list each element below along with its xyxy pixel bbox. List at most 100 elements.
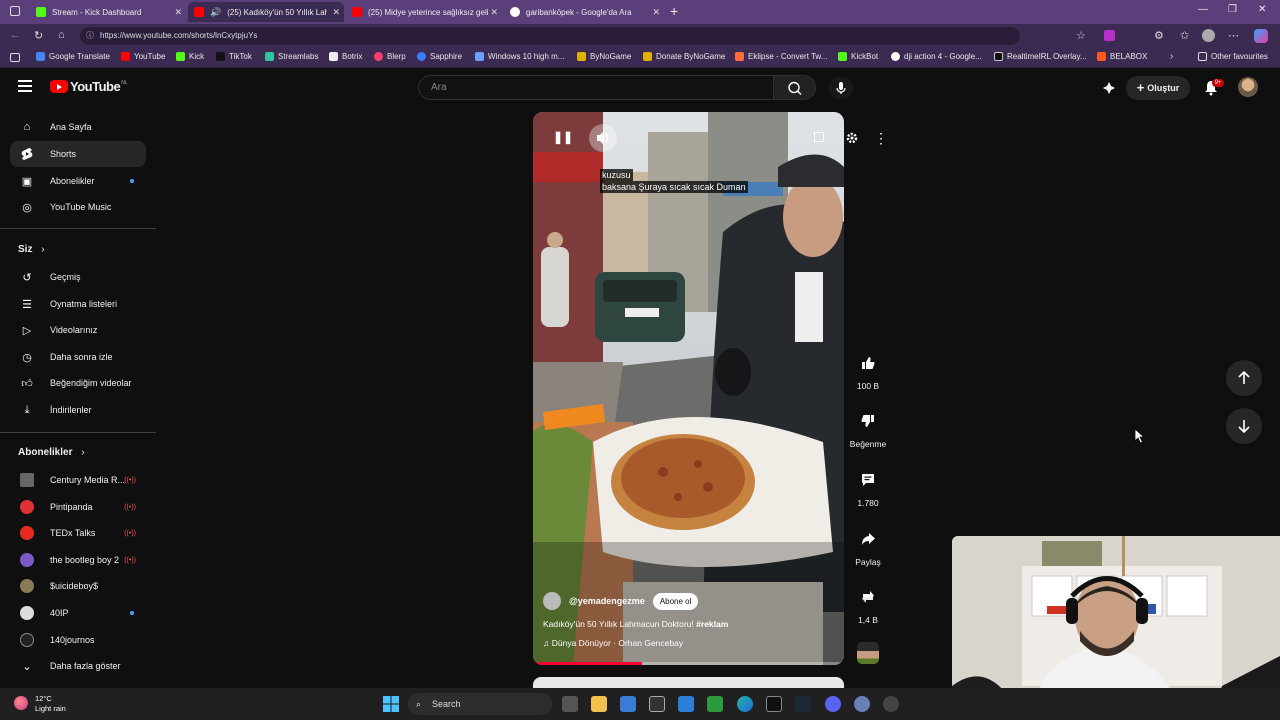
bookmark[interactable]: ByNoGame xyxy=(577,52,631,61)
subscriptions-section-heading[interactable]: Abonelikler › xyxy=(18,447,85,458)
like-action[interactable]: 100 B xyxy=(848,348,888,391)
dislike-action[interactable]: Beğenme xyxy=(848,406,888,449)
home-icon[interactable]: ⌂ xyxy=(58,29,65,41)
close-icon[interactable]: ✕ xyxy=(652,7,660,18)
extensions-icon[interactable]: ⚙ xyxy=(1154,29,1164,42)
bookmark[interactable]: KickBot xyxy=(838,52,878,61)
close-icon[interactable]: ✕ xyxy=(174,7,182,18)
sidebar-item-your-videos[interactable]: ▷ Videolarınız xyxy=(10,317,146,343)
bookmark[interactable]: RealtimeIRL Overlay... xyxy=(994,52,1087,61)
bookmark[interactable]: Sapphire xyxy=(417,52,462,61)
sidebar-toggle-icon[interactable] xyxy=(10,6,20,16)
url-field[interactable]: ⓘ https://www.youtube.com/shorts/lnCxytp… xyxy=(80,27,1020,45)
subscription-channel[interactable]: 140journos xyxy=(10,627,146,653)
tab-youtube-midye[interactable]: (25) Midye yeterince sağlıksız geli ✕ xyxy=(346,2,502,22)
tab-youtube-lahmacun[interactable]: 🔊 (25) Kadıköy'ün 50 Yıllık Lah ✕ xyxy=(188,2,344,22)
comments-action[interactable]: 1.780 xyxy=(848,465,888,508)
previous-short-button[interactable] xyxy=(1226,360,1262,396)
search-button[interactable] xyxy=(774,75,816,100)
channel-name[interactable]: @yemadengezme xyxy=(569,596,645,606)
sidebar-item-watch-later[interactable]: ◷ Daha sonra izle xyxy=(10,344,146,370)
music-link[interactable]: ♫ Dünya Dönüyor · Orhan Gencebay xyxy=(543,638,683,648)
task-view-icon[interactable] xyxy=(562,696,578,712)
fullscreen-icon[interactable] xyxy=(814,132,824,142)
volume-button[interactable] xyxy=(589,124,617,152)
settings-icon[interactable] xyxy=(845,131,859,145)
tab-kick-dashboard[interactable]: Stream - Kick Dashboard ✕ xyxy=(30,2,186,22)
comments-button[interactable] xyxy=(853,465,883,495)
reload-icon[interactable]: ↻ xyxy=(34,29,43,42)
show-more-button[interactable]: ⌄ Daha fazla göster xyxy=(10,653,146,679)
other-favourites[interactable]: Other favourites xyxy=(1198,52,1268,61)
bookmark[interactable]: Botrix xyxy=(329,52,362,61)
more-icon[interactable]: ⋯ xyxy=(1228,29,1239,42)
video-title[interactable]: Kadıköy'ün 50 Yıllık Lahmacun Doktoru! #… xyxy=(543,619,728,629)
like-button[interactable] xyxy=(853,348,883,378)
store-icon[interactable] xyxy=(620,696,636,712)
sidebar-item-history[interactable]: ↺ Geçmiş xyxy=(10,264,146,290)
back-icon[interactable]: ← xyxy=(10,29,21,41)
sidebar-item-home[interactable]: ⌂ Ana Sayfa xyxy=(10,114,146,140)
minimize-icon[interactable]: — xyxy=(1198,4,1208,15)
bookmark[interactable]: TikTok xyxy=(216,52,252,61)
bookmark[interactable]: BELABOX xyxy=(1097,52,1147,61)
xbox-icon[interactable] xyxy=(707,696,723,712)
subscription-channel[interactable]: 40IP xyxy=(10,600,146,626)
remix-action[interactable]: 1,4 B xyxy=(848,582,888,625)
weather-widget[interactable]: 12°C Light rain xyxy=(14,694,94,714)
share-action[interactable]: Paylaş xyxy=(848,524,888,567)
close-icon[interactable]: ✕ xyxy=(490,7,498,18)
shorts-video-player[interactable]: kuzusu baksana Şuraya sıcak sıcak Duman … xyxy=(533,112,844,665)
account-avatar[interactable] xyxy=(1238,77,1258,97)
profile-icon[interactable] xyxy=(1202,29,1215,42)
search-input[interactable]: Ara xyxy=(418,75,774,100)
sound-thumbnail[interactable] xyxy=(857,642,879,664)
bookmark[interactable]: Eklipse - Convert Tw... xyxy=(735,52,827,61)
bookmark[interactable]: YouTube xyxy=(121,52,165,61)
subscription-channel[interactable]: Century Media R... ((•)) xyxy=(10,467,146,493)
close-icon[interactable]: ✕ xyxy=(332,7,340,18)
subscription-channel[interactable]: TEDx Talks ((•)) xyxy=(10,520,146,546)
bookmark[interactable]: Windows 10 high m... xyxy=(475,52,564,61)
bookmark[interactable]: Streamlabs xyxy=(265,52,318,61)
file-explorer-icon[interactable] xyxy=(591,696,607,712)
taskbar-search[interactable]: ⌕ Search xyxy=(408,693,552,715)
sidebar-item-youtube-music[interactable]: ◎ YouTube Music xyxy=(10,194,146,220)
sidebar-item-shorts[interactable]: Shorts xyxy=(10,141,146,167)
close-window-icon[interactable]: ✕ xyxy=(1258,4,1266,15)
speaker-icon[interactable]: 🔊 xyxy=(210,7,221,18)
sidebar-item-subscriptions[interactable]: ▣ Abonelikler xyxy=(10,168,146,194)
create-button[interactable]: + Oluştur xyxy=(1126,76,1190,100)
collections-icon[interactable] xyxy=(10,53,20,62)
voice-search-button[interactable] xyxy=(829,76,853,100)
bookmark[interactable]: dji action 4 - Google... xyxy=(891,52,982,61)
tab-google-search[interactable]: garibanköpek - Google'da Ara ✕ xyxy=(504,2,664,22)
extension-icon[interactable] xyxy=(1104,30,1115,41)
channel-avatar[interactable] xyxy=(543,592,561,610)
app-icon[interactable] xyxy=(854,696,870,712)
favourite-icon[interactable]: ☆ xyxy=(1076,29,1086,42)
edge-icon[interactable] xyxy=(737,696,753,712)
discord-icon[interactable] xyxy=(825,696,841,712)
bookmark[interactable]: Blerp xyxy=(374,52,406,61)
sidebar-item-playlists[interactable]: ☰ Oynatma listeleri xyxy=(10,291,146,317)
copilot-icon[interactable] xyxy=(1254,29,1268,43)
youtube-logo[interactable]: YouTube NL xyxy=(50,79,128,94)
vscode-icon[interactable] xyxy=(678,696,694,712)
pause-icon[interactable]: ❚❚ xyxy=(553,130,573,144)
app-icon[interactable] xyxy=(649,696,665,712)
bookmark[interactable]: Kick xyxy=(176,52,204,61)
bookmark[interactable]: Donate ByNoGame xyxy=(643,52,725,61)
remix-button[interactable] xyxy=(853,582,883,612)
obs-icon[interactable] xyxy=(883,696,899,712)
studio-icon[interactable] xyxy=(1102,81,1116,95)
next-short-button[interactable] xyxy=(1226,408,1262,444)
more-options-icon[interactable]: ⋮ xyxy=(869,126,893,150)
chevron-right-icon[interactable]: › xyxy=(1170,51,1173,62)
share-button[interactable] xyxy=(853,524,883,554)
progress-bar[interactable] xyxy=(533,662,844,665)
app-icon[interactable] xyxy=(766,696,782,712)
you-section-heading[interactable]: Siz › xyxy=(18,244,45,255)
subscription-channel[interactable]: the bootleg boy 2 ((•)) xyxy=(10,547,146,573)
dislike-button[interactable] xyxy=(853,406,883,436)
